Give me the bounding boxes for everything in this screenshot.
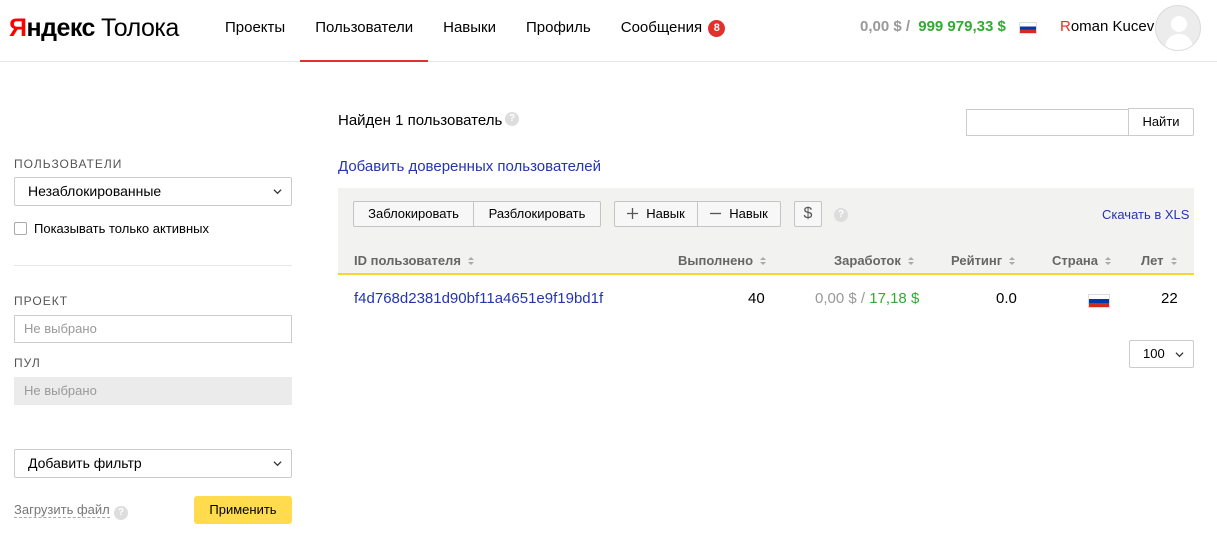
user-id-link[interactable]: f4d768d2381d90bf11a4651e9f19bd1f xyxy=(354,290,603,307)
column-header-earned-label: Заработок xyxy=(834,253,901,268)
balance-available[interactable]: 999 979,33 $ xyxy=(918,18,1006,35)
block-button[interactable]: Заблокировать xyxy=(353,201,474,227)
project-label: ПРОЕКТ xyxy=(14,294,69,308)
help-icon[interactable]: ? xyxy=(114,506,128,520)
column-header-id[interactable]: ID пользователя xyxy=(354,253,475,268)
column-header-age[interactable]: Лет xyxy=(1141,253,1178,268)
chevron-down-icon xyxy=(1175,352,1184,358)
avatar[interactable] xyxy=(1155,5,1201,51)
users-filter-label: ПОЛЬЗОВАТЕЛИ xyxy=(14,157,123,171)
download-xls-link[interactable]: Скачать в XLS xyxy=(1102,207,1189,222)
sort-icon xyxy=(467,257,474,265)
user-name-rest: oman Kucev xyxy=(1070,18,1155,35)
sort-icon xyxy=(907,257,914,265)
upload-file-link[interactable]: Загрузить файл xyxy=(14,502,110,518)
help-icon[interactable]: ? xyxy=(834,208,848,222)
minus-icon xyxy=(710,212,722,215)
found-count-text: Найден 1 пользователь xyxy=(338,112,503,129)
nav-messages[interactable]: Сообщения 8 xyxy=(606,0,741,62)
nav-users[interactable]: Пользователи xyxy=(300,0,429,62)
earned-paid: 17,18 $ xyxy=(869,290,920,307)
show-active-label: Показывать только активных xyxy=(34,221,209,236)
pool-label: ПУЛ xyxy=(14,356,41,370)
country-flag-icon xyxy=(1088,294,1110,308)
column-header-rating-label: Рейтинг xyxy=(951,253,1003,268)
rating-cell: 0.0 xyxy=(996,290,1017,307)
column-header-done[interactable]: Выполнено xyxy=(678,253,767,268)
balance-pending: 0,00 $ xyxy=(860,18,902,35)
messages-count-badge: 8 xyxy=(708,20,726,37)
bonus-button[interactable]: $ xyxy=(794,201,822,227)
help-icon[interactable]: ? xyxy=(505,112,519,126)
add-skill-button[interactable]: Навык xyxy=(614,201,698,227)
yandex-toloka-logo[interactable]: Яндекс Толока xyxy=(9,14,179,43)
plus-icon xyxy=(627,208,639,219)
nav-messages-label: Сообщения xyxy=(620,19,703,36)
sort-icon xyxy=(1170,257,1177,265)
sidebar-divider xyxy=(14,265,292,266)
search-input[interactable] xyxy=(966,109,1130,136)
column-header-done-label: Выполнено xyxy=(678,253,754,268)
column-header-country-label: Страна xyxy=(1052,253,1099,268)
show-active-checkbox[interactable] xyxy=(14,222,27,235)
logo-yandex-rest: ндекс xyxy=(26,14,95,42)
chevron-down-icon xyxy=(273,189,282,195)
nav-profile[interactable]: Профиль xyxy=(511,0,606,62)
add-filter-select[interactable]: Добавить фильтр xyxy=(14,449,292,478)
user-silhouette-icon xyxy=(1164,16,1194,50)
age-cell: 22 xyxy=(1161,290,1178,307)
chevron-down-icon xyxy=(273,461,282,467)
column-header-country[interactable]: Страна xyxy=(1052,253,1112,268)
add-skill-label: Навык xyxy=(646,206,685,221)
earned-cell: 0,00 $ / 17,18 $ xyxy=(815,290,919,307)
nav-projects[interactable]: Проекты xyxy=(210,0,300,62)
language-flag-icon[interactable] xyxy=(1019,22,1037,34)
sort-icon xyxy=(760,257,767,265)
column-header-earned[interactable]: Заработок xyxy=(834,253,915,268)
column-header-id-label: ID пользователя xyxy=(354,253,461,268)
add-trusted-users-link[interactable]: Добавить доверенных пользователей xyxy=(338,158,601,175)
top-header: Яндекс Толока Проекты Пользователи Навыки… xyxy=(0,0,1217,62)
logo-toloka: Толока xyxy=(100,14,179,42)
user-name-initial: R xyxy=(1060,18,1071,35)
add-filter-value: Добавить фильтр xyxy=(28,455,142,471)
table-header-underline xyxy=(338,273,1194,275)
earned-pending: 0,00 $ xyxy=(815,290,857,307)
apply-button[interactable]: Применить xyxy=(194,496,292,524)
remove-skill-label: Навык xyxy=(729,206,768,221)
done-cell: 40 xyxy=(748,290,765,307)
users-filter-select[interactable]: Незаблокированные xyxy=(14,177,292,206)
remove-skill-button[interactable]: Навык xyxy=(697,201,781,227)
unblock-button[interactable]: Разблокировать xyxy=(473,201,601,227)
logo-yandex-initial: Я xyxy=(9,14,27,42)
page-size-select[interactable]: 100 xyxy=(1129,340,1194,368)
search-button[interactable]: Найти xyxy=(1128,108,1194,136)
page-size-value: 100 xyxy=(1143,346,1165,361)
sort-icon xyxy=(1009,257,1016,265)
earned-separator: / xyxy=(860,290,866,307)
nav-skills[interactable]: Навыки xyxy=(428,0,511,62)
show-active-checkbox-row[interactable]: Показывать только активных xyxy=(14,221,209,236)
user-name[interactable]: Roman Kucev xyxy=(1060,18,1154,35)
dollar-icon: $ xyxy=(803,205,813,222)
pool-input: Не выбрано xyxy=(14,377,292,405)
main-nav: Проекты Пользователи Навыки Профиль Сооб… xyxy=(210,0,740,62)
project-input[interactable]: Не выбрано xyxy=(14,315,292,343)
sort-icon xyxy=(1105,257,1112,265)
users-filter-value: Незаблокированные xyxy=(28,183,162,199)
balance-separator: / xyxy=(905,18,911,35)
column-header-age-label: Лет xyxy=(1141,253,1164,268)
balance: 0,00 $ / 999 979,33 $ xyxy=(860,18,1006,35)
column-header-rating[interactable]: Рейтинг xyxy=(951,253,1016,268)
